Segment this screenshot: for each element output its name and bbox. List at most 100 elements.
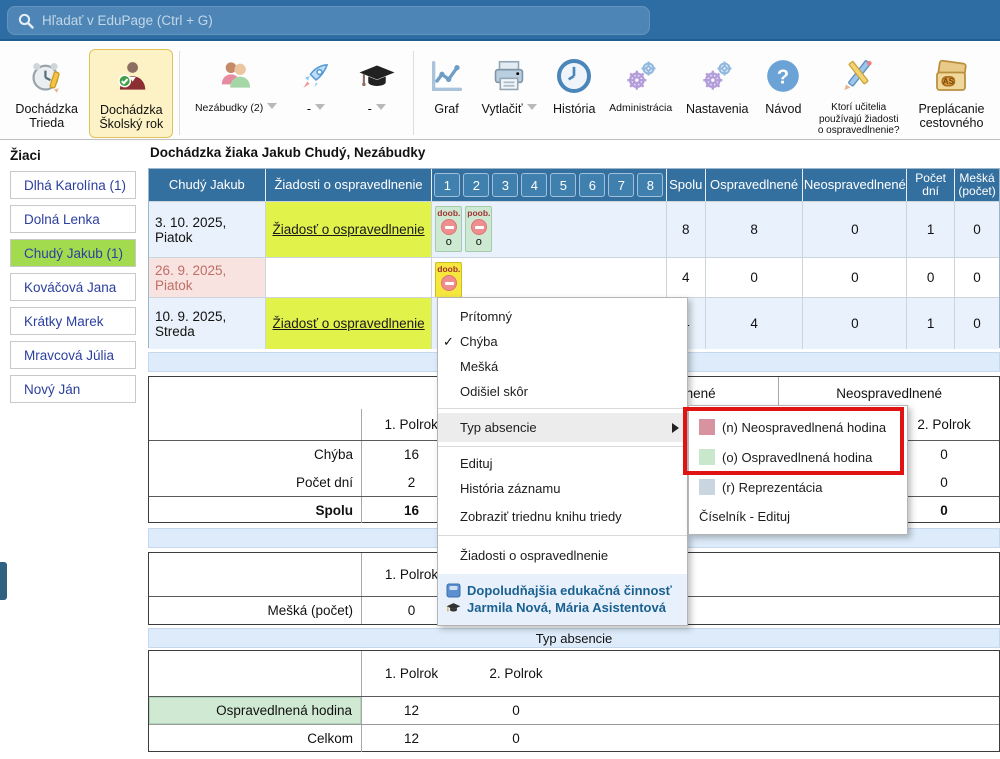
- menu-item-late[interactable]: Mešká: [438, 354, 687, 379]
- toolbar-history-button[interactable]: História: [545, 49, 603, 121]
- value: 12: [362, 703, 461, 718]
- collapsed-panel-handle[interactable]: [0, 562, 7, 600]
- absence-type-table: 1. Polrok 2. Polrok Ospravedlnená hodina…: [148, 650, 1000, 752]
- period-header: 6: [579, 173, 605, 197]
- unexcused-cell: 0: [803, 201, 907, 257]
- period-header: 7: [608, 173, 634, 197]
- period-header: 3: [492, 173, 518, 197]
- toolbar-print-button[interactable]: Vytlačiť: [473, 49, 546, 121]
- request-cell[interactable]: Žiadosť o ospravedlnenie: [266, 297, 433, 349]
- gears-icon: [621, 54, 661, 98]
- late-cell: 0: [955, 297, 999, 349]
- lessons-cell[interactable]: doob.: [432, 257, 666, 297]
- absence-row: Ospravedlnená hodina 12 0: [149, 696, 999, 724]
- date-cell: 3. 10. 2025, Piatok: [149, 201, 266, 257]
- toolbar-attendance-year-button[interactable]: Dochádzka Školský rok: [89, 49, 173, 138]
- representation-color-swatch: [699, 479, 715, 495]
- period-header: 8: [637, 173, 663, 197]
- lesson-mark[interactable]: poob. o: [465, 206, 492, 252]
- menu-item-excuse-requests[interactable]: Žiadosti o ospravedlnenie: [438, 540, 687, 570]
- toolbar-label: Graf: [434, 102, 458, 116]
- toolbar-label: Nezábudky (2): [195, 102, 263, 114]
- toolbar-label: Dochádzka Trieda: [10, 102, 83, 131]
- no-entry-icon: [441, 275, 457, 291]
- period-header: 1: [434, 173, 460, 197]
- days-cell: 1: [907, 201, 955, 257]
- sidebar-item-student[interactable]: Dolná Lenka: [10, 205, 136, 233]
- toolbar-travel-refund-button[interactable]: AS Preplácanie cestovného: [907, 49, 996, 136]
- submenu-item-representation[interactable]: (r) Reprezentácia: [689, 472, 907, 502]
- request-link[interactable]: Žiadosť o ospravedlnenie: [272, 222, 424, 237]
- sidebar-item-student[interactable]: Dlhá Karolína (1): [10, 171, 136, 199]
- attendance-header-row: Chudý Jakub Žiadosti o ospravedlnenie 1 …: [149, 169, 999, 201]
- menu-item-record-history[interactable]: História záznamu: [438, 476, 687, 501]
- menu-footer-lesson-info: Dopoludňajšia edukačná činnosť Jarmila N…: [438, 574, 687, 625]
- history-clock-icon: [554, 54, 594, 98]
- days-cell: 1: [907, 297, 955, 349]
- sidebar-item-student[interactable]: Mravcová Júlia: [10, 341, 136, 369]
- row-label: Mešká (počet): [149, 603, 361, 618]
- menu-item-left-early[interactable]: Odišiel skôr: [438, 379, 687, 404]
- toolbar-label: Nastavenia: [686, 102, 749, 116]
- toolbar-label: -: [368, 102, 372, 116]
- toolbar-attendance-class-button[interactable]: Dochádzka Trieda: [4, 49, 89, 136]
- toolbar-separator: [179, 51, 180, 135]
- col-excused: Ospravedlnené: [706, 169, 804, 201]
- check-icon: ✓: [443, 334, 457, 350]
- toolbar-help-button[interactable]: ? Návod: [756, 49, 810, 121]
- days-cell: 0: [907, 257, 955, 297]
- sidebar-item-student[interactable]: Nový Ján: [10, 375, 136, 403]
- search-input[interactable]: Hľadať v EduPage (Ctrl + G): [7, 6, 650, 35]
- toolbar-nezabudky-button[interactable]: Nezábudky (2): [186, 49, 286, 119]
- person-check-icon: [112, 55, 150, 99]
- pencil-ruler-icon: [839, 54, 879, 98]
- toolbar-rocket-button[interactable]: -: [286, 49, 346, 121]
- menu-item-absent[interactable]: ✓Chýba: [438, 329, 687, 354]
- sidebar-item-student[interactable]: Kováčová Jana: [10, 273, 136, 301]
- menu-separator: [438, 446, 687, 447]
- excused-cell: 8: [706, 201, 804, 257]
- chevron-down-icon: [315, 104, 325, 110]
- submenu-item-edit-codelist[interactable]: Číselník - Edituj: [689, 502, 907, 530]
- menu-item-class-register[interactable]: Zobraziť triednu knihu triedy: [438, 501, 687, 531]
- toolbar-teachers-requests-button[interactable]: Ktorí učitelia používajú žiadosti o ospr…: [810, 49, 906, 142]
- request-cell[interactable]: [266, 257, 433, 297]
- lessons-cell[interactable]: doob. o poob. o: [432, 201, 666, 257]
- excused-cell: 4: [706, 297, 804, 349]
- toolbar-settings-button[interactable]: Nastavenia: [678, 49, 756, 121]
- lesson-mark-selected[interactable]: doob.: [435, 262, 462, 298]
- toolbar-admin-button[interactable]: Administrácia: [603, 49, 678, 119]
- absence-type-submenu: (n) Neospravedlnená hodina (o) Ospravedl…: [688, 405, 908, 535]
- col-unexcused: Neospravedlnené: [803, 169, 907, 201]
- toolbar-label: Dochádzka Školský rok: [96, 103, 166, 132]
- unexcused-color-swatch: [699, 419, 715, 435]
- sidebar-item-student[interactable]: Krátky Marek: [10, 307, 136, 335]
- toolbar-cap-button[interactable]: -: [346, 49, 408, 121]
- menu-item-absence-type[interactable]: Typ absencie: [438, 413, 687, 442]
- row-label: Spolu: [149, 503, 361, 518]
- term-header: 1. Polrok: [362, 666, 461, 681]
- question-icon: ?: [763, 54, 803, 98]
- teacher-names: Jarmila Nová, Mária Asistentová: [467, 600, 666, 615]
- toolbar-label: Návod: [765, 102, 801, 116]
- toolbar-label: Vytlačiť: [481, 102, 522, 116]
- menu-item-edit[interactable]: Edituj: [438, 451, 687, 476]
- request-link[interactable]: Žiadosť o ospravedlnenie: [272, 316, 424, 331]
- submenu-item-excused[interactable]: (o) Ospravedlnená hodina: [689, 442, 907, 472]
- row-label: Celkom: [149, 731, 361, 746]
- request-cell[interactable]: Žiadosť o ospravedlnenie: [266, 201, 433, 257]
- menu-item-present[interactable]: Prítomný: [438, 304, 687, 329]
- group-unexcused: Neospravedlnené: [779, 386, 999, 401]
- no-entry-icon: [441, 219, 457, 235]
- lesson-mark[interactable]: doob. o: [435, 206, 462, 252]
- people-icon: [216, 54, 256, 98]
- submenu-item-unexcused[interactable]: (n) Neospravedlnená hodina: [689, 412, 907, 442]
- top-bar: Hľadať v EduPage (Ctrl + G): [0, 0, 1000, 41]
- value: 0: [461, 703, 571, 718]
- toolbar-graph-button[interactable]: Graf: [420, 49, 472, 121]
- late-cell: 0: [955, 201, 999, 257]
- absence-total-row: Celkom 12 0: [149, 724, 999, 752]
- toolbar-label: Preplácanie cestovného: [913, 102, 990, 131]
- sidebar-item-student-selected[interactable]: Chudý Jakub (1): [10, 239, 136, 267]
- col-student: Chudý Jakub: [149, 169, 266, 201]
